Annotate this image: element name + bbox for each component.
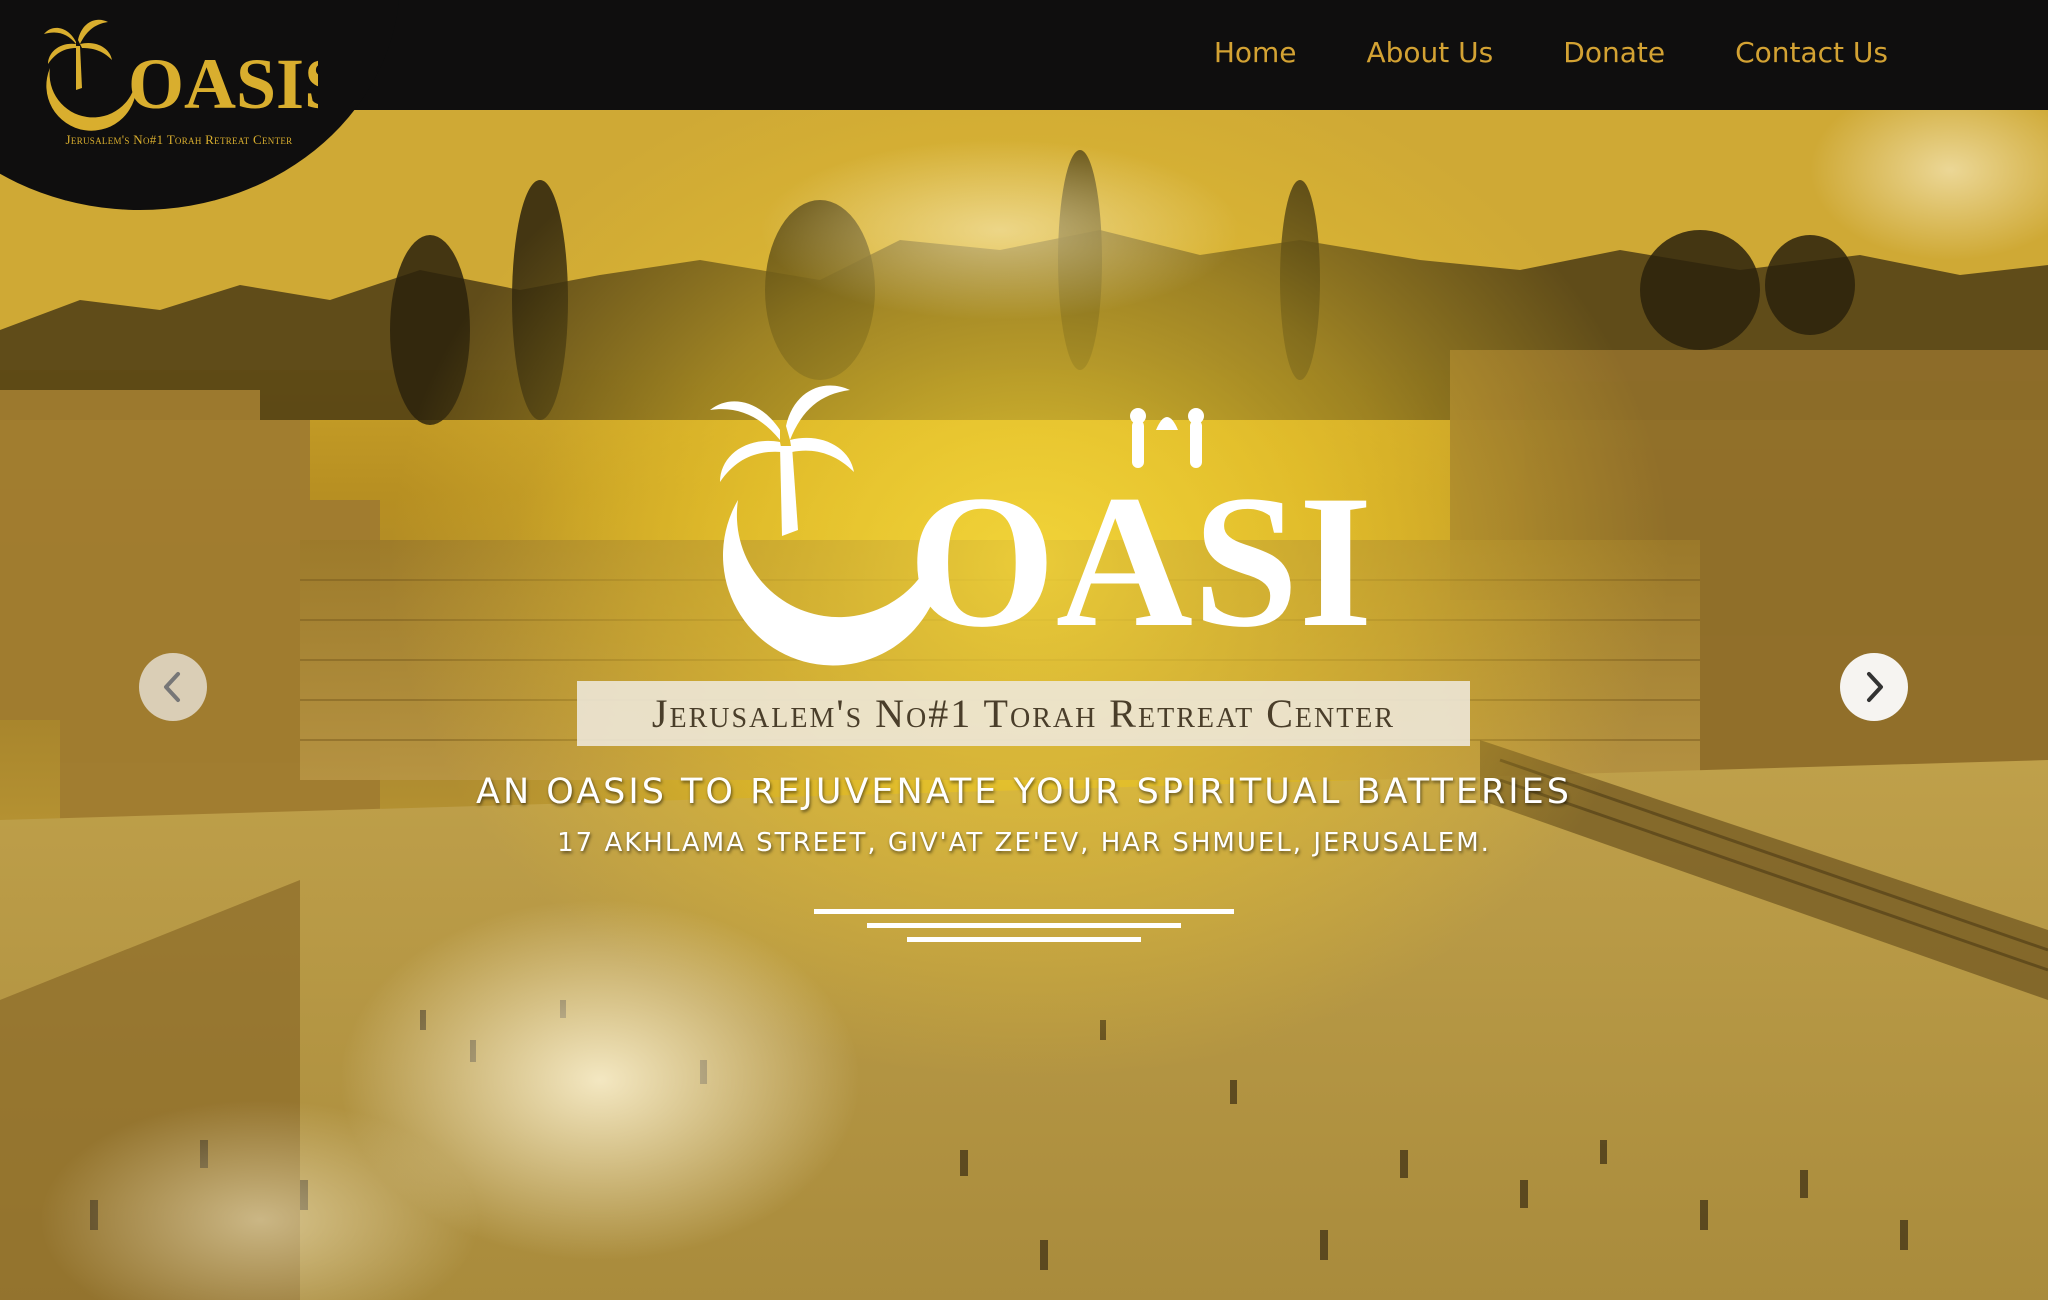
chevron-right-icon — [1867, 672, 1883, 702]
logo-wordmark: OASIS — [128, 44, 318, 124]
page: OASIS Jerusalem's No#1 Torah Retreat Cen… — [0, 0, 2048, 1300]
nav-home[interactable]: Home — [1214, 36, 1297, 69]
hero-address: 17 AKHLAMA STREET, GIV'AT ZE'EV, HAR SHM… — [557, 828, 1491, 858]
decorative-divider-middle — [867, 923, 1181, 928]
nav-donate[interactable]: Donate — [1563, 36, 1665, 69]
nav-about-us[interactable]: About Us — [1367, 36, 1494, 69]
carousel-prev-button[interactable] — [139, 653, 207, 721]
hero-oasis-logo: OASIS — [710, 385, 1370, 667]
hero-headline: AN OASIS TO REJUVENATE YOUR SPIRITUAL BA… — [476, 772, 1572, 812]
nav-contact-us[interactable]: Contact Us — [1735, 36, 1888, 69]
logo-tagline: Jerusalem's No#1 Torah Retreat Center — [65, 132, 293, 147]
carousel-next-button[interactable] — [1840, 653, 1908, 721]
hero-tagline-band: Jerusalem's No#1 Torah Retreat Center — [577, 681, 1470, 746]
decorative-divider-bottom — [907, 937, 1141, 942]
decorative-divider-top — [814, 909, 1234, 914]
hero-tagline: Jerusalem's No#1 Torah Retreat Center — [651, 691, 1396, 736]
chevron-left-icon — [164, 672, 180, 702]
oasis-logo[interactable]: OASIS — [38, 8, 318, 148]
main-nav: Home About Us Donate Contact Us — [1214, 36, 1888, 69]
hero-wordmark: OASIS — [908, 457, 1370, 667]
